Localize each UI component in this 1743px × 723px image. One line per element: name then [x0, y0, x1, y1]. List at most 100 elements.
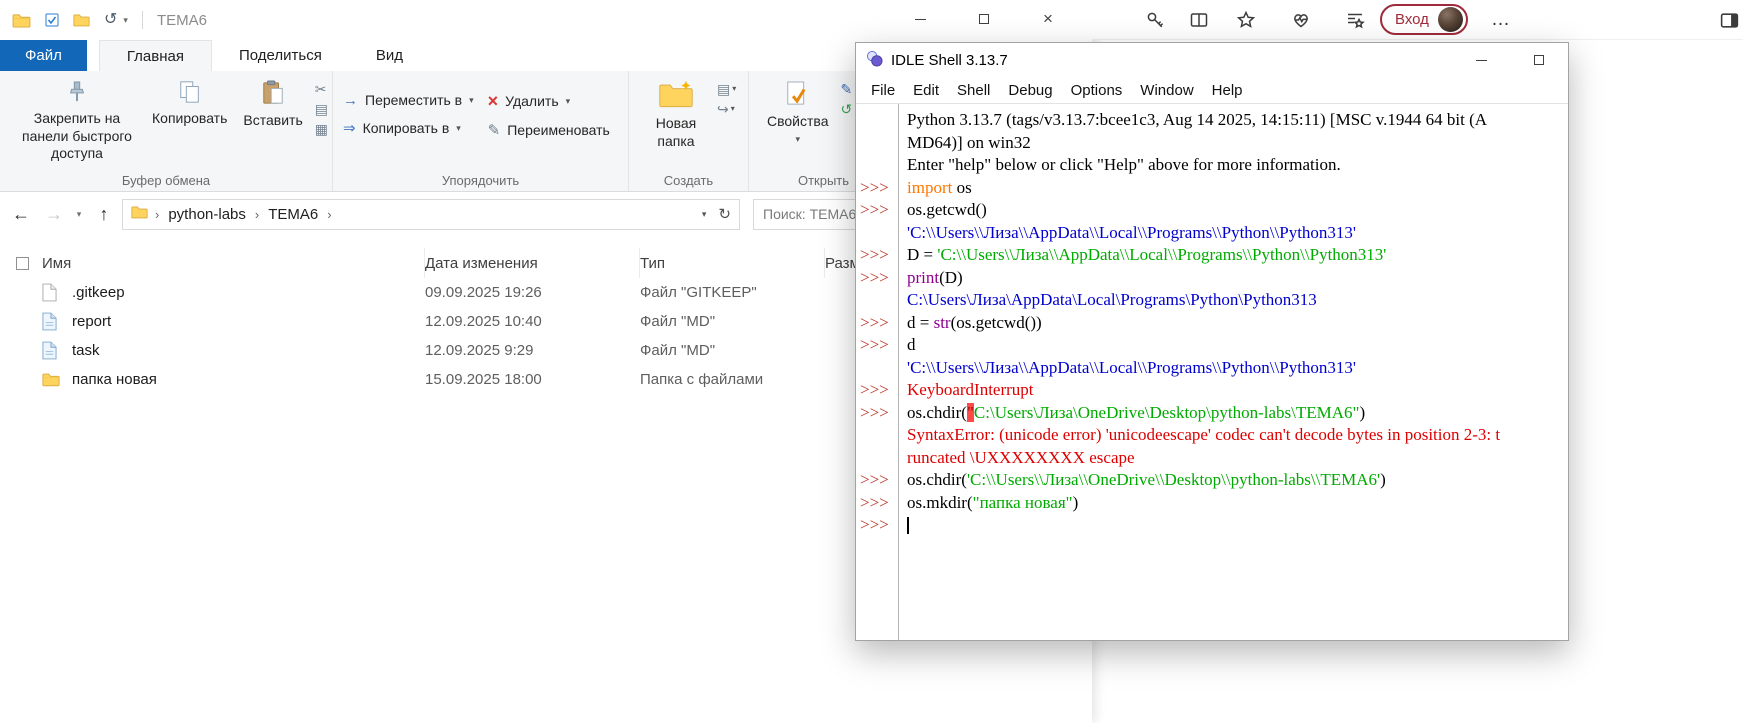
- qat-properties-icon[interactable]: [45, 13, 59, 27]
- rename-icon: ✎: [488, 123, 501, 138]
- move-to-icon: →: [343, 93, 358, 108]
- shell-prompt: [856, 357, 898, 380]
- file-icon: [42, 283, 72, 302]
- shell-code: Python 3.13.7 (tags/v3.13.7:bcee1c3, Aug…: [898, 109, 1487, 132]
- shell-line: >>>os.mkdir("папка новая"): [856, 492, 1568, 515]
- caret-icon: ▾: [469, 95, 474, 106]
- select-all-checkbox[interactable]: [16, 257, 29, 270]
- profile-avatar: [1438, 7, 1463, 32]
- text-cursor: [907, 517, 909, 534]
- qat-caret-icon[interactable]: ▾: [123, 15, 128, 26]
- browser-essentials-icon[interactable]: [1290, 9, 1312, 31]
- cut-icon[interactable]: ✂: [315, 82, 328, 96]
- shell-code: runcated \UXXXXXXXX escape: [898, 447, 1135, 470]
- breadcrumb-python-labs[interactable]: python-labs: [166, 206, 248, 223]
- file-icon: [42, 312, 72, 331]
- collections-icon[interactable]: [1344, 9, 1366, 31]
- shell-code: os.getcwd(): [898, 199, 987, 222]
- column-header-name[interactable]: Имя: [42, 248, 425, 278]
- favorites-star-icon[interactable]: [1235, 9, 1257, 31]
- shell-code: os.chdir('C:\\Users\\Лиза\\OneDrive\\Des…: [898, 469, 1386, 492]
- file-name: report: [72, 313, 425, 330]
- ribbon-group-clipboard: Закрепить на панели быстрого доступа Коп…: [0, 71, 332, 191]
- rename-button[interactable]: ✎ Переименовать: [488, 122, 610, 138]
- idle-shell-text[interactable]: Python 3.13.7 (tags/v3.13.7:bcee1c3, Aug…: [856, 104, 1568, 640]
- edit-icon[interactable]: ✎: [840, 82, 852, 96]
- caret-icon: ▾: [566, 96, 571, 107]
- new-item-icon[interactable]: ▤▾: [717, 82, 736, 96]
- column-header-type[interactable]: Тип: [640, 248, 825, 278]
- paste-button[interactable]: Вставить: [235, 78, 310, 132]
- shell-prompt: [856, 154, 898, 177]
- paste-shortcut-icon[interactable]: ▦: [315, 122, 328, 136]
- idle-menubar: FileEditShellDebugOptionsWindowHelp: [856, 77, 1568, 104]
- up-button[interactable]: ↑: [89, 204, 119, 225]
- address-bar[interactable]: › python-labs › TEMA6 › ▾ ↻: [122, 199, 740, 230]
- menu-debug[interactable]: Debug: [999, 82, 1061, 99]
- menu-file[interactable]: File: [862, 82, 904, 99]
- properties-button[interactable]: Свойства ▾: [759, 78, 836, 147]
- file-name: task: [72, 342, 425, 359]
- copy-button[interactable]: Копировать: [144, 78, 235, 130]
- open-mini-buttons: ✎ ↺: [840, 82, 852, 116]
- shell-line: Python 3.13.7 (tags/v3.13.7:bcee1c3, Aug…: [856, 109, 1568, 132]
- pin-quick-access-button[interactable]: Закрепить на панели быстрого доступа: [10, 78, 144, 165]
- forward-button[interactable]: →: [39, 204, 69, 225]
- sidebar-toggle-icon[interactable]: [1718, 9, 1740, 31]
- qat-undo-icon[interactable]: ↺: [104, 12, 117, 28]
- tab-view[interactable]: Вид: [349, 40, 430, 71]
- maximize-button[interactable]: [952, 0, 1016, 38]
- idle-window: IDLE Shell 3.13.7 FileEditShellDebugOpti…: [855, 42, 1569, 641]
- refresh-icon[interactable]: ↻: [718, 205, 731, 223]
- properties-icon: [786, 80, 809, 110]
- menu-shell[interactable]: Shell: [948, 82, 999, 99]
- minimize-button[interactable]: [888, 0, 952, 38]
- signin-label: Вход: [1395, 11, 1429, 28]
- shell-prompt: [856, 222, 898, 245]
- column-header-date[interactable]: Дата изменения: [425, 248, 640, 278]
- easy-access-icon[interactable]: ↪▾: [717, 102, 736, 116]
- ribbon-group-new: Новая папка ▤▾ ↪▾ Создать: [628, 71, 748, 191]
- address-dropdown-icon[interactable]: ▾: [702, 209, 707, 220]
- tab-home[interactable]: Главная: [99, 40, 212, 71]
- split-screen-icon[interactable]: [1188, 9, 1210, 31]
- shell-line: >>>d = str(os.getcwd()): [856, 312, 1568, 335]
- recent-locations-caret-icon[interactable]: ▾: [72, 209, 86, 220]
- breadcrumb-chevron-icon: ›: [327, 207, 331, 222]
- shell-line: >>>os.getcwd(): [856, 199, 1568, 222]
- breadcrumb-tema6[interactable]: TEMA6: [266, 206, 320, 223]
- idle-maximize-button[interactable]: [1510, 43, 1568, 77]
- copy-path-icon[interactable]: ▤: [315, 102, 328, 116]
- idle-window-title: IDLE Shell 3.13.7: [891, 52, 1008, 69]
- idle-app-icon: [866, 50, 883, 71]
- pin-icon: [67, 80, 87, 107]
- copy-to-button[interactable]: ⇒ Копировать в ▾: [343, 120, 474, 136]
- close-button[interactable]: ×: [1016, 0, 1080, 38]
- idle-minimize-button[interactable]: [1452, 43, 1510, 77]
- tab-file[interactable]: Файл: [0, 40, 87, 71]
- menu-window[interactable]: Window: [1131, 82, 1202, 99]
- signin-button[interactable]: Вход: [1380, 4, 1468, 35]
- move-to-button[interactable]: → Переместить в ▾: [343, 92, 474, 108]
- password-key-icon[interactable]: [1144, 9, 1166, 31]
- group-label-organize: Упорядочить: [333, 173, 628, 188]
- shell-code: d = str(os.getcwd()): [898, 312, 1042, 335]
- new-folder-icon: [658, 80, 694, 112]
- menu-edit[interactable]: Edit: [904, 82, 948, 99]
- new-folder-button[interactable]: Новая папка: [639, 78, 713, 152]
- file-name: папка новая: [72, 371, 425, 388]
- back-button[interactable]: ←: [6, 204, 36, 225]
- qat-new-folder-icon[interactable]: [73, 13, 90, 27]
- delete-button[interactable]: × Удалить ▾: [488, 92, 610, 110]
- shell-line: >>>print(D): [856, 267, 1568, 290]
- search-box-text: Поиск: TEMA6: [763, 206, 856, 222]
- history-icon[interactable]: ↺: [840, 102, 852, 116]
- menu-help[interactable]: Help: [1203, 82, 1252, 99]
- more-menu-icon[interactable]: …: [1490, 9, 1512, 31]
- tab-share[interactable]: Поделиться: [212, 40, 349, 71]
- window-title: TEMA6: [157, 12, 207, 29]
- shell-prompt: >>>: [856, 469, 898, 492]
- menu-options[interactable]: Options: [1062, 82, 1132, 99]
- shell-line: >>>os.chdir("C:\Users\Лиза\OneDrive\Desk…: [856, 402, 1568, 425]
- shell-line: >>>D = 'C:\\Users\\Лиза\\AppData\\Local\…: [856, 244, 1568, 267]
